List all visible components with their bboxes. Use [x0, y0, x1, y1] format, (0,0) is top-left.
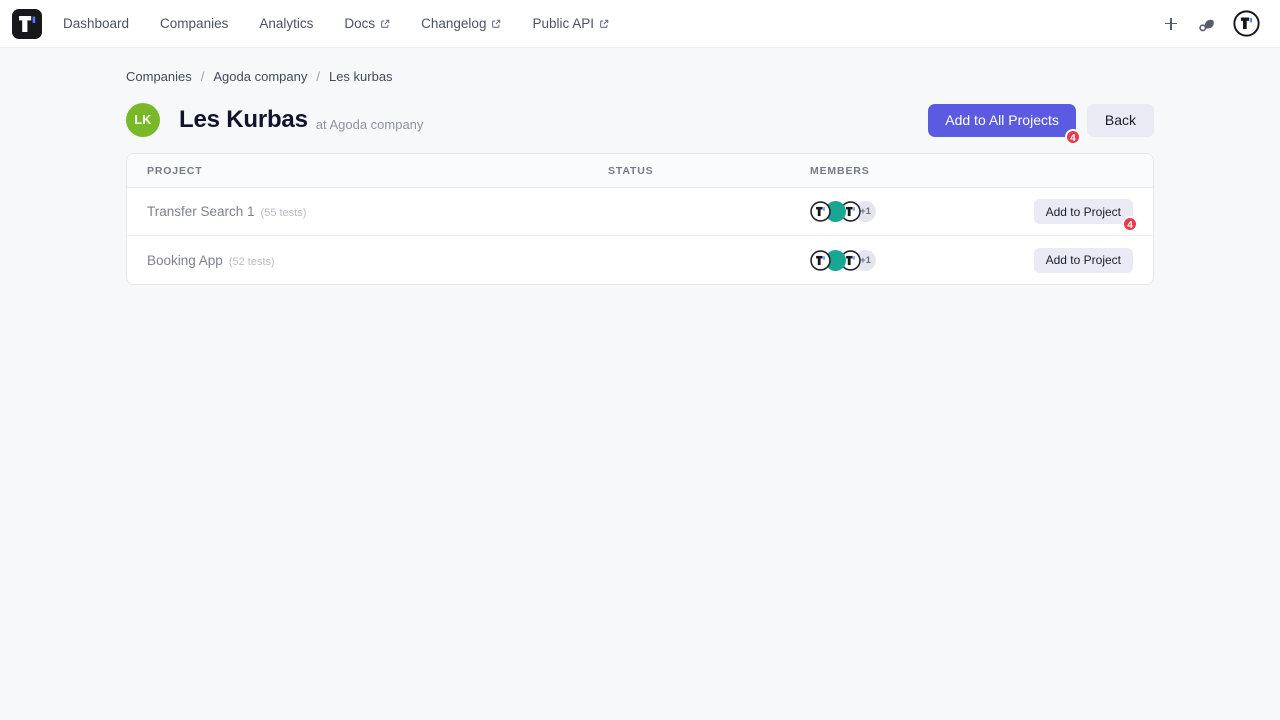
back-button[interactable]: Back [1087, 104, 1154, 137]
add-to-project-button[interactable]: Add to Project [1034, 248, 1133, 273]
breadcrumb-current: Les kurbas [329, 69, 393, 84]
table-header: PROJECT STATUS MEMBERS [127, 154, 1153, 188]
project-name[interactable]: Transfer Search 1 [147, 204, 255, 219]
nav-item-label: Changelog [421, 16, 486, 31]
nav-item-label: Docs [344, 16, 375, 31]
project-name[interactable]: Booking App [147, 253, 223, 268]
member-avatar-logo [810, 201, 831, 222]
header-buttons: Add to All Projects 4 Back [928, 104, 1154, 137]
breadcrumb-separator: / [316, 69, 320, 84]
members-avatars: +1 [810, 201, 1013, 222]
project-cell: Transfer Search 1 (55 tests) [147, 204, 608, 219]
nav-item-public-api[interactable]: Public API [532, 16, 609, 31]
nav-item-changelog[interactable]: Changelog [421, 16, 501, 31]
top-navbar: Dashboard Companies Analytics Docs Chang… [0, 0, 1280, 48]
external-link-icon [380, 19, 390, 29]
column-header-status: STATUS [608, 165, 810, 177]
breadcrumb-companies[interactable]: Companies [126, 69, 192, 84]
navbar-right-actions [1163, 10, 1268, 37]
action-cell: Add to Project 4 [1034, 199, 1133, 224]
project-cell: Booking App (52 tests) [147, 253, 608, 268]
external-link-icon [599, 19, 609, 29]
add-to-project-button[interactable]: Add to Project [1034, 199, 1133, 224]
table-row: Transfer Search 1 (55 tests) [127, 188, 1153, 236]
nav-item-label: Companies [160, 16, 228, 31]
page-subtitle: at Agoda company [316, 117, 424, 132]
add-icon[interactable] [1163, 16, 1179, 32]
page-content: Companies / Agoda company / Les kurbas L… [126, 48, 1154, 285]
page-title: Les Kurbas [179, 106, 308, 134]
person-avatar: LK [126, 103, 160, 137]
projects-table: PROJECT STATUS MEMBERS Transfer Search 1… [126, 153, 1154, 285]
external-link-icon [491, 19, 501, 29]
notification-badge: 4 [1065, 129, 1081, 145]
nav-item-label: Dashboard [63, 16, 129, 31]
table-row: Booking App (52 tests) [127, 236, 1153, 284]
breadcrumb-separator: / [201, 69, 205, 84]
members-avatars: +1 [810, 250, 1013, 271]
notification-badge: 4 [1122, 216, 1138, 232]
project-tests-count: (55 tests) [261, 207, 307, 219]
column-header-members: MEMBERS [810, 165, 1013, 177]
user-avatar[interactable] [1233, 10, 1260, 37]
breadcrumb-agoda-company[interactable]: Agoda company [213, 69, 307, 84]
nav-menu: Dashboard Companies Analytics Docs Chang… [63, 16, 609, 31]
member-avatar-logo [810, 250, 831, 271]
nav-item-analytics[interactable]: Analytics [259, 16, 313, 31]
nav-item-label: Public API [532, 16, 594, 31]
page-header: LK Les Kurbas at Agoda company Add to Al… [126, 103, 1154, 137]
nav-item-companies[interactable]: Companies [160, 16, 228, 31]
feedback-icon[interactable] [1196, 14, 1216, 34]
action-cell: Add to Project [1034, 248, 1133, 273]
breadcrumb: Companies / Agoda company / Les kurbas [126, 48, 1154, 84]
add-to-all-projects-button[interactable]: Add to All Projects 4 [928, 104, 1076, 137]
add-to-all-projects-label: Add to All Projects [945, 112, 1059, 128]
nav-item-label: Analytics [259, 16, 313, 31]
nav-item-docs[interactable]: Docs [344, 16, 390, 31]
brand-logo-icon[interactable] [12, 9, 42, 39]
nav-item-dashboard[interactable]: Dashboard [63, 16, 129, 31]
column-header-project: PROJECT [147, 165, 608, 177]
project-tests-count: (52 tests) [229, 256, 275, 268]
